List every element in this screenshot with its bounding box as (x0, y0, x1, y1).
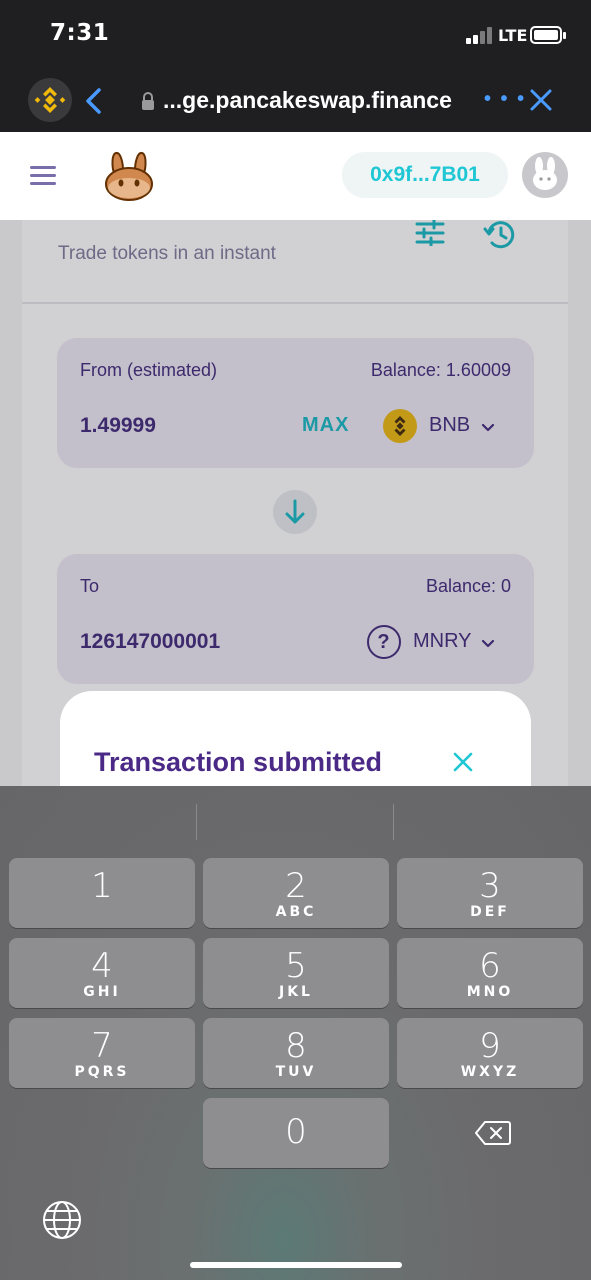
key-digit: 0 (285, 1112, 307, 1152)
from-label: From (estimated) (80, 360, 218, 380)
from-amount-input[interactable]: 1.49999 (80, 414, 156, 438)
back-arrow-icon[interactable] (82, 84, 106, 118)
key-letters: MNO (466, 984, 514, 1000)
wallet-address-button[interactable]: 0x9f...7B01 (342, 152, 508, 198)
key-digit: 6 (479, 946, 501, 986)
delete-key-icon[interactable] (475, 1120, 511, 1146)
key-7[interactable]: 7 PQRS (9, 1018, 195, 1088)
key-digit: 7 (91, 1026, 113, 1066)
numeric-keyboard: 1 2 ABC 3 DEF 4 GHI 5 JKL 6 MNO 7 PQRS 8 TUV 9W… (0, 786, 591, 1280)
more-options-icon[interactable]: • • • (484, 88, 526, 111)
key-0[interactable]: 0 (203, 1098, 389, 1168)
key-digit: 8 (285, 1026, 307, 1066)
suggestion-divider (196, 804, 197, 840)
close-icon[interactable] (452, 751, 474, 773)
max-button[interactable]: MAX (302, 414, 349, 437)
modal-title: Transaction submitted (94, 747, 383, 777)
to-label: To (80, 576, 100, 596)
bunny-avatar-icon[interactable] (522, 152, 568, 198)
from-token-select[interactable]: BNB (429, 414, 470, 437)
key-letters: ABC (275, 904, 317, 920)
divider (22, 302, 568, 304)
network-type: LTE (498, 26, 528, 45)
key-digit: 1 (91, 866, 113, 906)
unknown-token-icon: ? (367, 625, 401, 659)
pancakeswap-logo[interactable] (102, 150, 156, 202)
status-time: 7:31 (50, 20, 110, 46)
switch-direction-button[interactable] (273, 490, 317, 534)
bnb-token-icon (383, 409, 417, 443)
key-letters: DEF (470, 904, 510, 920)
key-letters: JKL (279, 984, 313, 1000)
home-indicator (190, 1262, 402, 1268)
chevron-down-icon[interactable] (481, 636, 495, 648)
from-balance: Balance: 1.60009 (370, 360, 511, 380)
key-2[interactable]: 2 ABC (203, 858, 389, 928)
to-token-select[interactable]: MNRY (413, 630, 472, 653)
lock-icon (141, 92, 155, 110)
binance-favicon-icon[interactable] (28, 78, 72, 122)
suggestion-divider (393, 804, 394, 840)
globe-icon[interactable] (42, 1200, 82, 1240)
arrow-down-icon (285, 499, 305, 524)
settings-sliders-icon[interactable] (415, 218, 445, 248)
key-6[interactable]: 6 MNO (397, 938, 583, 1008)
history-icon[interactable] (483, 220, 515, 250)
key-digit: 4 (91, 946, 113, 986)
app-header: 0x9f...7B01 (0, 132, 591, 220)
svg-text:?: ? (377, 631, 389, 653)
url-field[interactable]: ...ge.pancakeswap.finance (163, 87, 452, 114)
chevron-down-icon[interactable] (481, 420, 495, 432)
key-5[interactable]: 5 JKL (203, 938, 389, 1008)
to-amount-input[interactable]: 126147000001 (80, 630, 220, 654)
close-icon[interactable] (527, 86, 555, 114)
key-digit: 9 (479, 1026, 501, 1066)
key-digit: 2 (285, 866, 307, 906)
to-balance: Balance: 0 (425, 576, 511, 596)
swap-subtitle: Trade tokens in an instant (58, 243, 276, 264)
from-panel: From (estimated) Balance: 1.60009 1.4999… (57, 338, 534, 468)
key-letters: WXYZ (460, 1064, 520, 1080)
key-letters: PQRS (74, 1064, 130, 1080)
key-9[interactable]: 9 WXYZ (397, 1018, 583, 1088)
status-bar: 7:31 LTE (0, 0, 591, 70)
key-digit: 5 (285, 946, 307, 986)
cellular-signal-icon (466, 27, 494, 44)
key-4[interactable]: 4 GHI (9, 938, 195, 1008)
battery-icon (530, 26, 566, 44)
key-8[interactable]: 8 TUV (203, 1018, 389, 1088)
key-1[interactable]: 1 (9, 858, 195, 928)
hamburger-menu-icon[interactable] (30, 166, 56, 186)
key-digit: 3 (479, 866, 501, 906)
browser-bar: ...ge.pancakeswap.finance • • • (0, 70, 591, 132)
key-letters: TUV (275, 1064, 317, 1080)
key-3[interactable]: 3 DEF (397, 858, 583, 928)
to-panel: To Balance: 0 126147000001 ? MNRY (57, 554, 534, 684)
key-letters: GHI (83, 984, 121, 1000)
